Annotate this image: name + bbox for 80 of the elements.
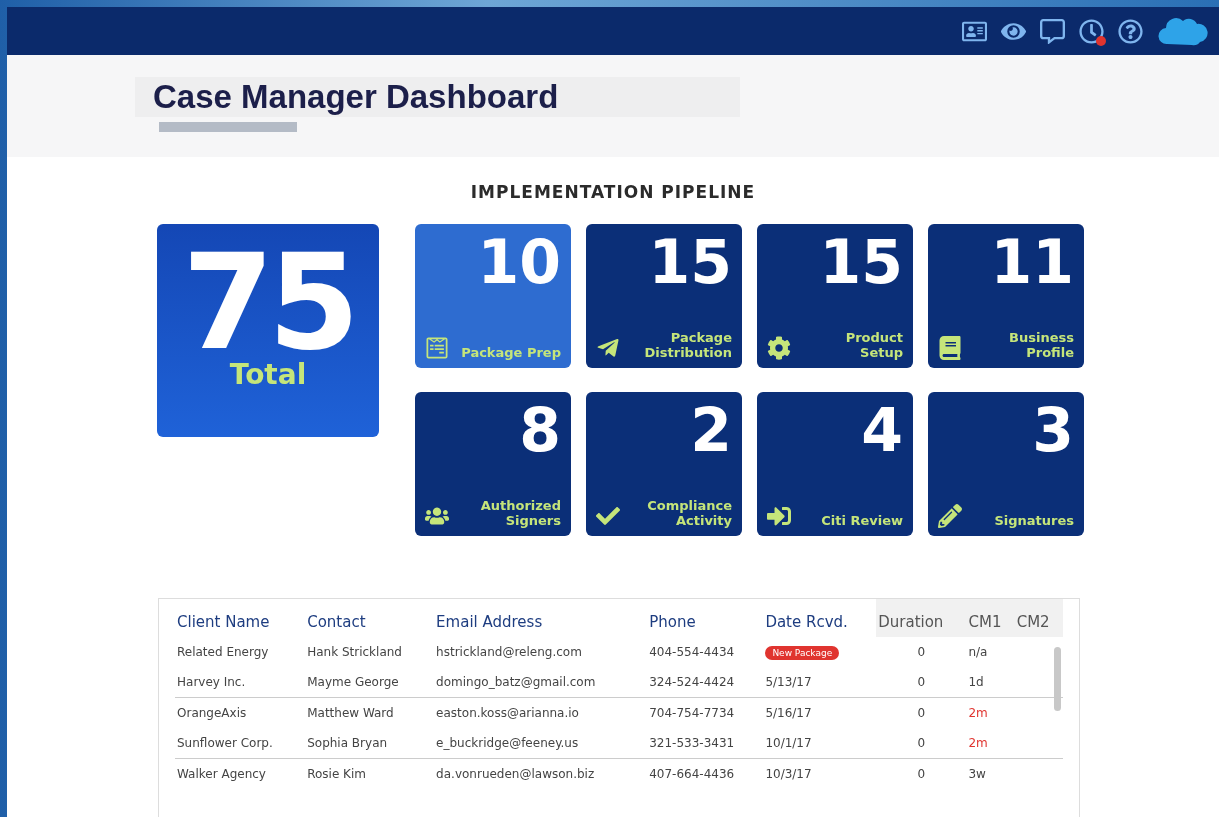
help-icon[interactable] <box>1118 18 1143 44</box>
column-header[interactable]: Email Address <box>434 599 648 637</box>
table-cell: easton.koss@arianna.io <box>434 697 648 728</box>
tile-count: 3 <box>1031 400 1074 460</box>
pencil-icon <box>938 504 962 528</box>
tile-label: Business Profile <box>1008 331 1074 360</box>
table-cell: Sunflower Corp. <box>175 728 306 759</box>
table-cell: 0 <box>876 758 967 789</box>
tile-label: Citi Review <box>821 513 903 528</box>
table-cell: 10/1/17 <box>765 736 812 750</box>
tile-count: 15 <box>818 232 903 292</box>
table-cell: 407-664-4436 <box>647 758 764 789</box>
table-cell: Walker Agency <box>175 758 306 789</box>
table-cell: Mayme George <box>305 667 435 698</box>
pipeline-tile[interactable]: 11 Business Profile <box>928 224 1084 368</box>
tile-count: 10 <box>476 232 561 292</box>
pipeline-tile[interactable]: 3 Signatures <box>928 392 1084 536</box>
table-cell: 3w <box>966 758 1015 789</box>
pipeline-tile[interactable]: 2 Compliance Activity <box>586 392 742 536</box>
tile-label: Compliance Activity <box>646 499 732 528</box>
column-header[interactable]: CM2 <box>1014 599 1063 637</box>
table-cell: n/a <box>966 637 1015 667</box>
tile-count: 11 <box>989 232 1074 292</box>
tile-label: Product Setup <box>844 331 903 360</box>
table-cell: OrangeAxis <box>175 697 306 728</box>
check-icon <box>596 504 620 528</box>
page-title: Case Manager Dashboard <box>135 77 740 117</box>
table-cell: 704-754-7734 <box>647 697 764 728</box>
table-cell: 5/13/17 <box>765 675 812 689</box>
clock-icon[interactable] <box>1079 18 1104 44</box>
pipeline-tile[interactable]: 10 Package Prep <box>415 224 571 368</box>
pipeline-tile[interactable]: 4 Citi Review <box>757 392 913 536</box>
table-cell: 0 <box>876 728 967 759</box>
tile-label: Signatures <box>994 513 1074 528</box>
column-header[interactable]: Date Rcvd. <box>763 599 877 637</box>
pipeline-tile[interactable]: 8 Authorized Signers <box>415 392 571 536</box>
table-cell: Sophia Bryan <box>305 728 435 759</box>
status-badge: New Package <box>765 646 840 660</box>
tile-label: Authorized Signers <box>479 499 561 528</box>
form-icon <box>425 336 449 360</box>
tile-count: 15 <box>647 232 732 292</box>
column-header[interactable]: Duration <box>876 599 967 637</box>
table-cell: 0 <box>876 637 967 667</box>
table-cell: 0 <box>876 667 967 698</box>
tile-label: Package Distribution <box>643 331 732 360</box>
column-header[interactable]: Phone <box>647 599 764 637</box>
column-header[interactable]: CM1 <box>966 599 1015 637</box>
table-cell: da.vonrueden@lawson.biz <box>434 758 648 789</box>
table-cell: Harvey Inc. <box>175 667 306 698</box>
pipeline-tile[interactable]: 15 Product Setup <box>757 224 913 368</box>
table-cell: domingo_batz@gmail.com <box>434 667 648 698</box>
tile-count: 4 <box>860 400 903 460</box>
table-cell-text: 404-554-4434 <box>648 644 736 661</box>
table-cell: 0 <box>876 697 967 728</box>
chat-icon[interactable] <box>1040 18 1065 44</box>
table-cell: 324-524-4424 <box>647 667 764 698</box>
table-cell: Rosie Kim <box>305 758 435 789</box>
tile-label: Package Prep <box>461 345 561 360</box>
table-cell: 10/3/17 <box>765 767 812 781</box>
table-cell: 1d <box>966 667 1015 698</box>
tile-count: 2 <box>689 400 732 460</box>
table-cell-text: Hank Strickland <box>306 644 403 661</box>
column-header[interactable]: Contact <box>305 599 435 637</box>
table-cell: 2m <box>966 697 1015 728</box>
table-cell: 5/16/17 <box>765 706 812 720</box>
table-cell: 321-533-3431 <box>647 728 764 759</box>
table-cell: e_buckridge@feeney.us <box>434 728 648 759</box>
tile-count: 8 <box>518 400 561 460</box>
table-cell-text: Related Energy <box>176 644 270 661</box>
sign-in-icon <box>767 504 791 528</box>
table-cell: Matthew Ward <box>305 697 435 728</box>
pipeline-tile[interactable]: 15 Package Distribution <box>586 224 742 368</box>
table-cell-text: hstrickland@releng.com <box>435 644 583 661</box>
column-header[interactable]: Client Name <box>175 599 306 637</box>
section-heading: IMPLEMENTATION PIPELINE <box>469 182 757 202</box>
scrollbar[interactable] <box>1054 647 1061 711</box>
gear-icon <box>767 336 791 360</box>
table-cell: 2m <box>966 728 1015 759</box>
book-icon <box>938 336 962 360</box>
paper-plane-icon <box>596 336 620 360</box>
